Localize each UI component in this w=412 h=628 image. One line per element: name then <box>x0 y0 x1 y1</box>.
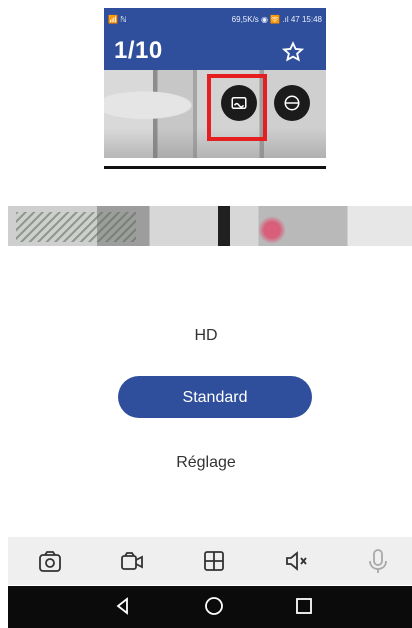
ptz-dome-icon <box>284 95 300 111</box>
divider-line <box>104 166 326 169</box>
status-right: 69,5K/s ◉ 🛜 .ıl 47 15:48 <box>231 15 322 24</box>
bottom-toolbar <box>8 537 412 585</box>
quality-hd-option[interactable]: HD <box>0 327 412 345</box>
app-bar: 1/10 <box>104 32 326 70</box>
record-button[interactable] <box>116 545 148 577</box>
ptz-button[interactable] <box>274 85 310 121</box>
quality-standard-button[interactable]: Standard <box>118 376 312 418</box>
live-video-preview <box>8 206 412 246</box>
snapshot-button[interactable] <box>34 545 66 577</box>
video-icon <box>121 552 143 570</box>
recent-apps-button[interactable] <box>292 594 316 618</box>
highlight-box <box>207 74 267 141</box>
back-button[interactable] <box>111 594 135 618</box>
microphone-icon <box>369 549 387 573</box>
mute-button[interactable] <box>280 545 312 577</box>
system-navigation-bar <box>8 586 412 628</box>
home-button[interactable] <box>202 594 226 618</box>
grid-icon <box>204 551 224 571</box>
back-triangle-icon <box>116 597 128 615</box>
camera-icon <box>39 551 61 572</box>
settings-option[interactable]: Réglage <box>0 454 412 472</box>
status-bar: 📶 ℕ 69,5K/s ◉ 🛜 .ıl 47 15:48 <box>104 8 326 32</box>
home-circle-icon <box>205 597 223 615</box>
page-counter: 1/10 <box>114 37 163 64</box>
mute-icon <box>286 551 307 571</box>
recent-square-icon <box>296 598 312 614</box>
split-view-button[interactable] <box>198 545 230 577</box>
star-outline-icon[interactable] <box>281 41 305 63</box>
status-left: 📶 ℕ <box>108 15 127 24</box>
talk-button[interactable] <box>362 545 394 577</box>
